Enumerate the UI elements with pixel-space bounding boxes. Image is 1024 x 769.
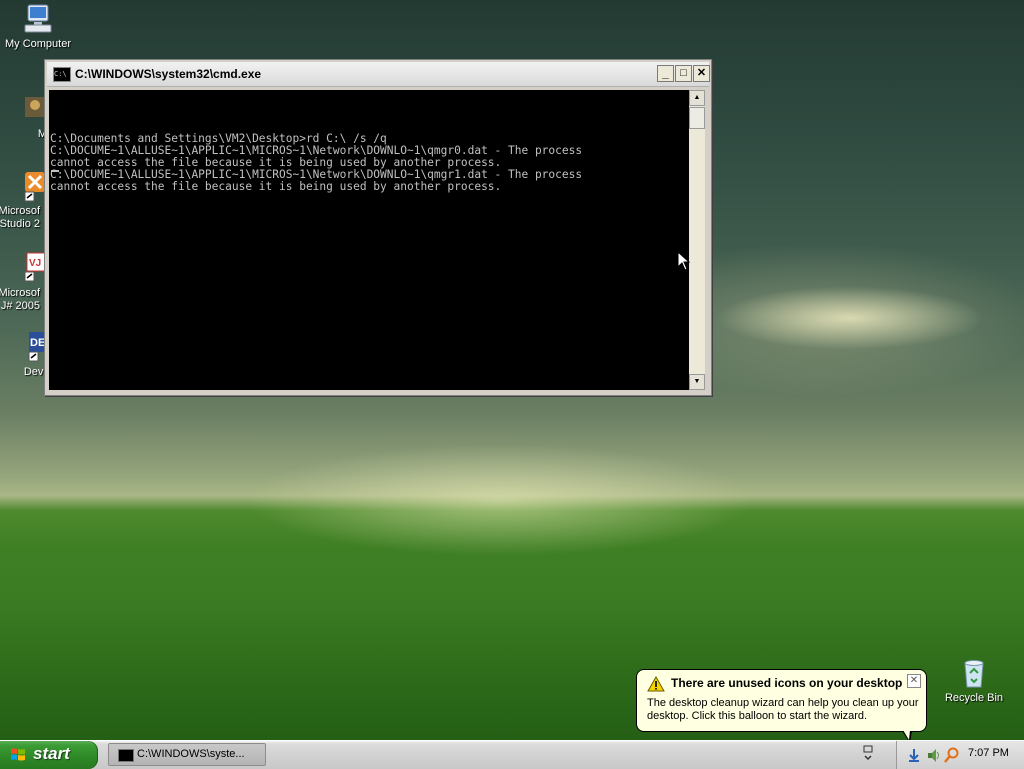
scroll-up-button[interactable]: ▲ [689, 90, 705, 106]
show-hidden-icons-button[interactable] [862, 744, 874, 765]
balloon-title: There are unused icons on your desktop [671, 676, 903, 690]
cmd-window[interactable]: C:\ C:\WINDOWS\system32\cmd.exe _ □ ✕ C:… [44, 59, 712, 396]
start-button[interactable]: start [0, 741, 98, 769]
balloon-tail-fill [903, 730, 910, 740]
chevron-icon [863, 745, 873, 761]
cmd-console[interactable]: C:\Documents and Settings\VM2\Desktop>rd… [49, 90, 689, 390]
computer-icon [22, 3, 54, 35]
desktop-icon-label: Recycle Bin [944, 692, 1004, 704]
warning-icon [647, 676, 665, 692]
cmd-app-icon [118, 749, 134, 762]
network-icon[interactable] [906, 747, 922, 763]
scroll-down-button[interactable]: ▼ [689, 374, 705, 390]
cmd-app-icon[interactable]: C:\ [53, 67, 71, 82]
visual-studio-icon [15, 170, 47, 202]
balloon-close-button[interactable]: ✕ [907, 674, 921, 688]
vertical-scrollbar[interactable]: ▲ ▼ [689, 90, 705, 390]
jsharp-icon: VJ [15, 252, 47, 284]
svg-text:DE: DE [30, 337, 45, 349]
clock[interactable]: 7:07 PM [968, 747, 1009, 759]
balloon-message: The desktop cleanup wizard can help you … [647, 697, 919, 722]
desktop: My Computer MyPa Microsof Studio 2 [0, 0, 1024, 740]
minimize-button[interactable]: _ [657, 65, 674, 82]
cmd-titlebar[interactable]: C:\ C:\WINDOWS\system32\cmd.exe _ □ ✕ [47, 62, 710, 87]
cmd-window-title: C:\WINDOWS\system32\cmd.exe [75, 67, 262, 81]
recycle-bin-icon [958, 657, 990, 689]
mouse-pointer-icon [678, 252, 690, 271]
maximize-button[interactable]: □ [675, 65, 692, 82]
close-button[interactable]: ✕ [693, 65, 710, 82]
svg-text:VJ: VJ [29, 258, 41, 269]
scrollbar-thumb[interactable] [689, 107, 705, 129]
windows-logo-icon [11, 748, 25, 761]
desktop-icon-recycle-bin[interactable]: Recycle Bin [937, 657, 1011, 705]
system-tray: 7:07 PM [896, 741, 1024, 769]
taskbar: start C:\WINDOWS\syste... 7:07 PM [0, 740, 1024, 769]
taskbar-button-label: C:\WINDOWS\syste... [137, 748, 245, 760]
desktop-icon-label: My Computer [4, 38, 72, 50]
text-cursor [51, 170, 59, 172]
search-icon[interactable] [944, 747, 960, 763]
start-label: start [33, 744, 70, 763]
volume-icon[interactable] [926, 747, 942, 763]
folder-shortcut-icon [15, 93, 47, 125]
desktop-icon-my-computer[interactable]: My Computer [1, 3, 75, 51]
taskbar-button-cmd[interactable]: C:\WINDOWS\syste... [108, 743, 266, 766]
console-line: cannot access the file because it is bei… [50, 180, 502, 193]
desktop-cleanup-balloon[interactable]: There are unused icons on your desktop ✕… [636, 669, 927, 732]
